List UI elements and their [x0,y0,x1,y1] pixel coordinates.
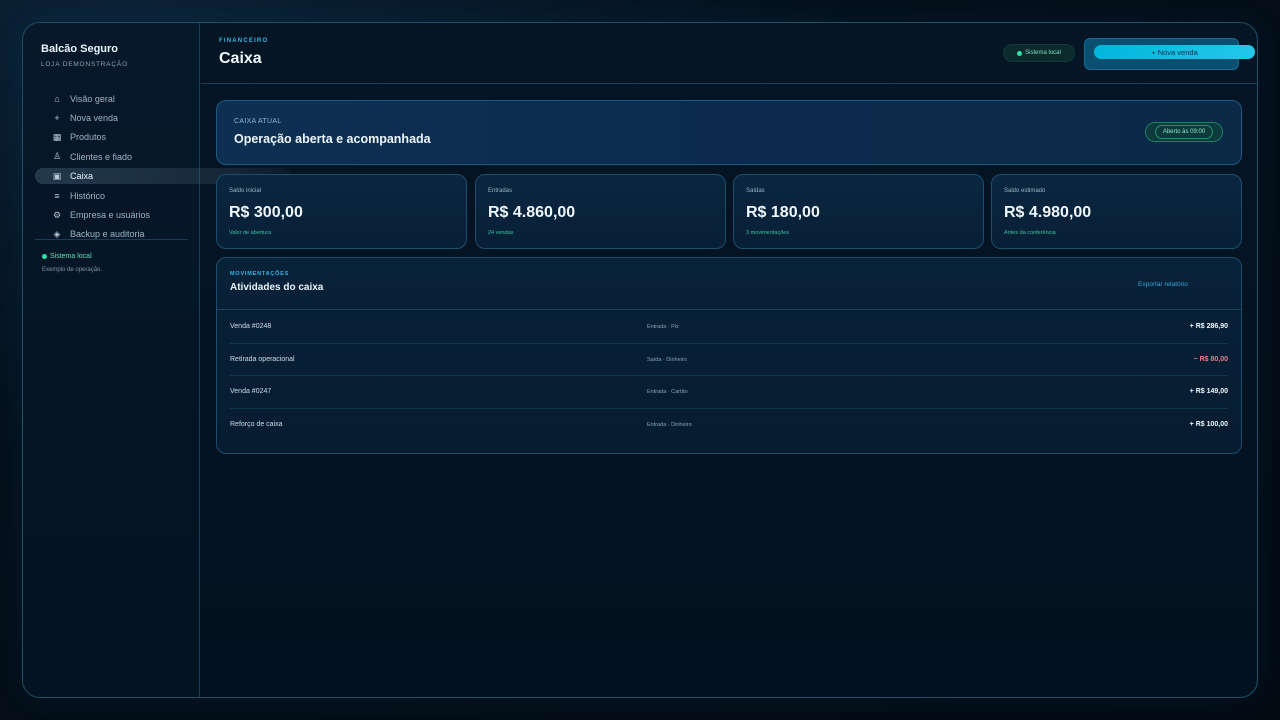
stat-label: Saídas [746,188,765,194]
row-amount: + R$ 149,00 [1189,388,1228,395]
row-amount: + R$ 286,90 [1189,323,1228,330]
row-description: Venda #0247 [230,388,272,395]
stat-value: R$ 4.980,00 [1004,204,1092,221]
activities-list: Venda #0248 Entrada · Pix + R$ 286,90 Re… [217,310,1241,440]
stat-value: R$ 180,00 [746,204,820,221]
sidebar: Balcão Seguro LOJA DEMONSTRAÇÃO ⌂ Visão … [23,23,291,697]
stat-value: R$ 300,00 [229,204,303,221]
sidebar-item-label: Clientes e fiado [70,151,133,162]
home-icon: ⌂ [54,93,60,104]
table-row[interactable]: Venda #0247 Entrada · Cartão + R$ 149,00 [217,375,1241,408]
row-type: Saída · Dinheiro [647,356,687,363]
sidebar-item-label: Empresa e usuários [70,210,151,221]
stat-hint: 24 vendas [488,230,514,236]
export-report-link[interactable]: Exportar relatório [1138,281,1188,288]
sidebar-item-label: Visão geral [70,93,115,104]
stat-value: R$ 4.860,00 [488,204,576,221]
sidebar-item-label: Produtos [70,132,107,143]
activities-eyebrow: MOVIMENTAÇÕES [230,271,290,277]
plus-icon: + [54,113,60,124]
sidebar-item-produtos[interactable]: ▦ Produtos [23,128,200,147]
sidebar-item-empresa[interactable]: ⚙ Empresa e usuários [23,205,200,224]
row-type: Entrada · Pix [647,324,679,330]
sidebar-item-visao-geral[interactable]: ⌂ Visão geral [23,89,200,108]
gear-icon: ⚙ [52,209,62,220]
status-badge-label: Sistema local [1025,50,1061,56]
main-content: FINANCEIRO Caixa Sistema local + Nova ve… [201,23,1257,697]
activities-card: MOVIMENTAÇÕES Atividades do caixa Export… [216,257,1242,454]
status-badge: Sistema local [1003,44,1075,62]
hero-title: Operação aberta e acompanhada [234,132,431,146]
person-icon: ♙ [52,151,62,162]
stat-card-saldo-inicial: Saldo inicial R$ 300,00 Valor de abertur… [216,174,467,249]
stat-card-saidas: Saídas R$ 180,00 3 movimentações [733,174,984,249]
sidebar-item-label: Nova venda [70,113,119,124]
status-dot-icon [1017,50,1023,56]
opened-at-label: Aberto às 09:00 [1154,125,1214,139]
sidebar-status: Sistema local [42,253,92,260]
stat-hint: 3 movimentações [746,230,790,236]
sidebar-status-label: Sistema local [50,253,92,260]
row-description: Reforço de caixa [230,420,283,428]
sidebar-item-label: Histórico [70,190,106,201]
stat-card-entradas: Entradas R$ 4.860,00 24 vendas [475,174,726,249]
stat-card-saldo-estimado: Saldo estimado R$ 4.980,00 Antes da conf… [991,174,1242,249]
opened-at-badge: Aberto às 09:00 [1145,122,1223,142]
row-description: Venda #0248 [230,323,272,330]
sidebar-note: Exemplo de operação. [42,267,103,273]
table-row[interactable]: Retirada operacional Saída · Dinheiro − … [217,342,1241,376]
list-icon: ≡ [54,190,60,201]
row-description: Retirada operacional [230,355,295,363]
page-eyebrow: FINANCEIRO [219,38,269,44]
activities-title: Atividades do caixa [230,282,324,293]
page-title: Caixa [219,50,262,67]
current-register-card: CAIXA ATUAL Operação aberta e acompanhad… [216,100,1242,165]
table-row[interactable]: Reforço de caixa Entrada · Dinheiro + R$… [217,407,1241,441]
sidebar-item-historico[interactable]: ≡ Histórico [23,186,200,205]
row-amount: − R$ 80,00 [1193,355,1228,363]
sidebar-divider [35,239,188,240]
sidebar-item-label: Backup e auditoria [70,229,145,240]
table-row[interactable]: Venda #0248 Entrada · Pix + R$ 286,90 [217,310,1241,343]
row-type: Entrada · Cartão [647,389,688,395]
status-dot-icon [42,254,47,259]
grid-icon: ▦ [52,131,62,142]
stat-label: Saldo inicial [229,188,262,194]
stat-hint: Antes da conferência [1004,230,1056,236]
row-type: Entrada · Dinheiro [647,421,692,428]
sidebar-item-caixa[interactable]: ▣ Caixa [23,167,291,186]
register-icon: ▣ [52,170,62,181]
sidebar-item-clientes[interactable]: ♙ Clientes e fiado [23,147,200,166]
sidebar-item-backup[interactable]: ◈ Backup e auditoria [23,225,200,244]
stat-label: Saldo estimado [1004,188,1046,194]
new-sale-button[interactable]: + Nova venda [1094,45,1255,59]
app-window: Balcão Seguro LOJA DEMONSTRAÇÃO ⌂ Visão … [22,22,1258,698]
row-amount: + R$ 100,00 [1189,420,1228,428]
stat-hint: Valor de abertura [229,230,272,236]
sidebar-item-nova-venda[interactable]: + Nova venda [23,108,200,127]
sidebar-nav: ⌂ Visão geral + Nova venda ▦ Produtos ♙ … [23,89,291,244]
page-header: FINANCEIRO Caixa Sistema local + Nova ve… [201,23,1257,84]
hero-eyebrow: CAIXA ATUAL [234,118,282,125]
stat-label: Entradas [488,188,513,194]
brand-subtitle: LOJA DEMONSTRAÇÃO [41,61,128,68]
brand-title: Balcão Seguro [41,43,119,55]
sidebar-item-label: Caixa [70,171,94,182]
